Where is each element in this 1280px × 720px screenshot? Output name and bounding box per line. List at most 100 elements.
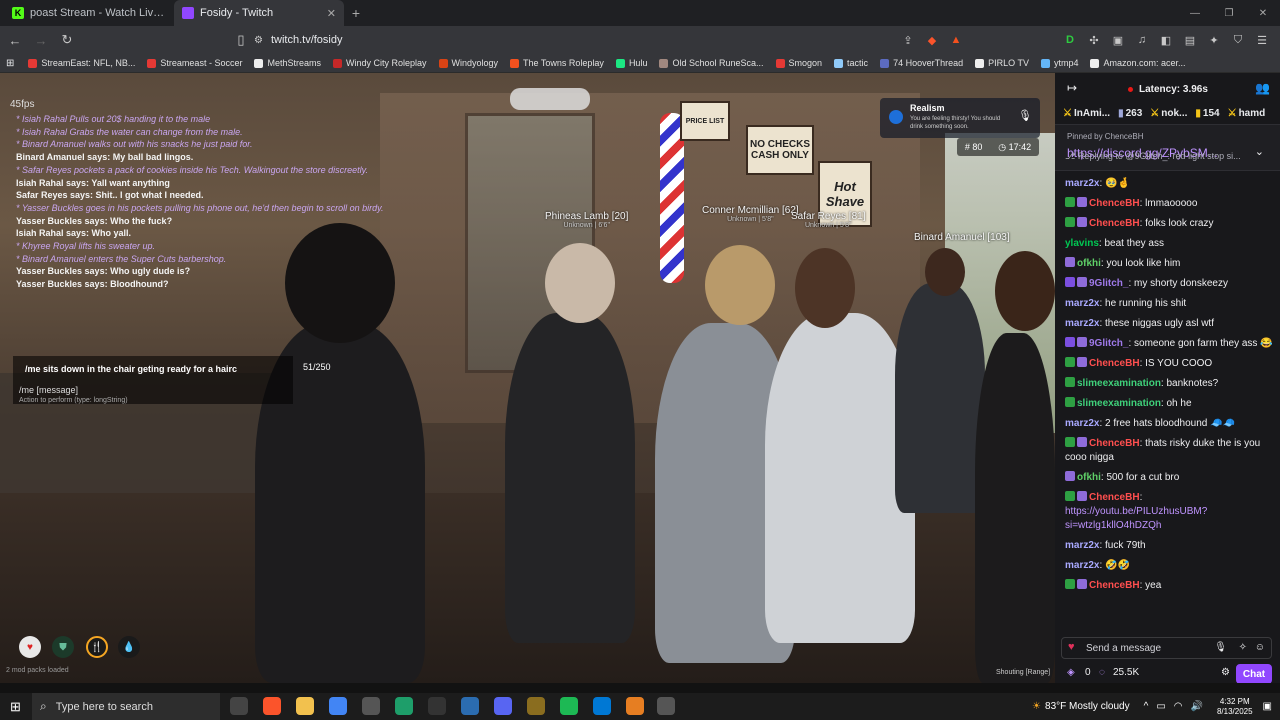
app-icon-6[interactable] — [657, 697, 675, 715]
weather-icon[interactable]: ☀ — [1032, 701, 1041, 712]
bookmark-item[interactable]: Old School RuneSca... — [659, 58, 764, 68]
chat-badge-icon[interactable] — [1065, 377, 1075, 387]
chat-badge-icon[interactable] — [1065, 217, 1075, 227]
bookmark-item[interactable]: Windyology — [438, 58, 498, 68]
chat-badge-icon[interactable] — [1077, 491, 1087, 501]
app-icon-1[interactable] — [362, 697, 380, 715]
chat-username[interactable]: ChenceBH — [1089, 218, 1140, 229]
collapse-chat-icon[interactable]: ↦ — [1067, 81, 1077, 95]
address-bar[interactable]: ⚙ twitch.tv/fosidy — [254, 30, 979, 50]
chat-badge-icon[interactable] — [1065, 397, 1075, 407]
chat-username[interactable]: marz2x — [1065, 318, 1099, 329]
site-settings-icon[interactable]: ⚙ — [254, 35, 263, 46]
leader-name[interactable]: nok... — [1161, 108, 1187, 119]
channel-points-icon[interactable]: ◈ — [1067, 667, 1075, 678]
chat-badge-icon[interactable] — [1065, 257, 1075, 267]
clock[interactable]: 4:32 PM 8/13/2025 — [1217, 697, 1253, 717]
emote-icon[interactable]: ☺ — [1255, 642, 1265, 653]
minimize-icon[interactable]: — — [1178, 0, 1212, 26]
skype-icon[interactable] — [593, 697, 611, 715]
bookmark-item[interactable]: Streameast - Soccer — [147, 58, 242, 68]
tray-expand-icon[interactable]: ^ — [1144, 701, 1149, 712]
chat-username[interactable]: marz2x — [1065, 560, 1099, 571]
chat-username[interactable]: ChenceBH — [1089, 358, 1140, 369]
app-icon-4[interactable] — [527, 697, 545, 715]
new-tab-button[interactable]: + — [344, 0, 368, 26]
menu-icon[interactable]: ☰ — [1250, 28, 1274, 52]
chat-badge-icon[interactable] — [1065, 357, 1075, 367]
rewards-icon[interactable]: ▲ — [944, 28, 968, 52]
bookmark-item[interactable]: StreamEast: NFL, NB... — [28, 58, 135, 68]
network-icon[interactable]: ▭ — [1156, 701, 1165, 712]
notifications-icon[interactable]: ▣ — [1263, 701, 1272, 712]
stream-video[interactable]: NO CHECKS CASH ONLY Hot Shave PRICE LIST… — [0, 73, 1055, 683]
chat-input[interactable]: ♥ Send a message 🎙 ✧ ☺ — [1061, 637, 1272, 659]
wallet-icon[interactable]: ▤ — [1178, 28, 1202, 52]
chat-username[interactable]: marz2x — [1065, 418, 1099, 429]
close-tab-icon[interactable]: ✕ — [327, 7, 336, 20]
chat-username[interactable]: ChenceBH — [1089, 198, 1140, 209]
command-input[interactable]: /me sits down in the chair geting ready … — [25, 364, 237, 374]
bookmark-item[interactable]: ytmp4 — [1040, 58, 1078, 68]
chat-badge-icon[interactable] — [1065, 197, 1075, 207]
chat-username[interactable]: ofkhi — [1077, 472, 1101, 483]
chat-username[interactable]: marz2x — [1065, 540, 1099, 551]
capcut-icon[interactable] — [428, 697, 446, 715]
weather-text[interactable]: 83°F Mostly cloudy — [1045, 701, 1130, 712]
chat-button[interactable]: Chat — [1236, 664, 1272, 684]
chat-username[interactable]: 9Glitch_ — [1089, 278, 1128, 289]
explorer-icon[interactable] — [296, 697, 314, 715]
bookmark-item[interactable]: Amazon.com: acer... — [1090, 58, 1186, 68]
task-view-icon[interactable] — [230, 697, 248, 715]
leader-name[interactable]: InAmi... — [1074, 108, 1110, 119]
close-window-icon[interactable]: ✕ — [1246, 0, 1280, 26]
chat-username[interactable]: ylavins — [1065, 238, 1099, 249]
chat-badge-icon[interactable] — [1077, 437, 1087, 447]
heart-icon[interactable]: ♥ — [1068, 641, 1075, 653]
bookmark-item[interactable]: MethStreams — [254, 58, 321, 68]
apps-grid-icon[interactable]: ⊞ — [6, 58, 14, 69]
maximize-icon[interactable]: ❐ — [1212, 0, 1246, 26]
chat-badge-icon[interactable] — [1065, 471, 1075, 481]
media-icon[interactable]: ♫ — [1130, 28, 1154, 52]
bookmark-item[interactable]: 74 HooverThread — [880, 58, 963, 68]
bits-icon[interactable]: ✧ — [1239, 642, 1247, 653]
brave-icon[interactable] — [263, 697, 281, 715]
command-input-box[interactable]: /me sits down in the chair geting ready … — [13, 356, 331, 404]
chat-badge-icon[interactable] — [1065, 277, 1075, 287]
spotify-icon[interactable] — [560, 697, 578, 715]
leader-name[interactable]: hamd — [1239, 108, 1266, 119]
bookmark-item[interactable]: The Towns Roleplay — [510, 58, 604, 68]
chat-username[interactable]: slimeexamination — [1077, 378, 1161, 389]
chevron-down-icon[interactable]: ⌄ — [1255, 145, 1264, 158]
chat-username[interactable]: marz2x — [1065, 298, 1099, 309]
extensions-icon[interactable]: ✣ — [1082, 28, 1106, 52]
chat-badge-icon[interactable] — [1065, 337, 1075, 347]
reload-icon[interactable]: ↻ — [54, 27, 80, 53]
windows-start-icon[interactable]: ⊞ — [10, 699, 21, 715]
vpn-icon[interactable]: ⛉ — [1226, 28, 1250, 52]
brave-shield-icon[interactable]: ◆ — [920, 28, 944, 52]
taskbar-search[interactable]: ⌕ Type here to search — [32, 693, 220, 720]
chat-username[interactable]: ofkhi — [1077, 258, 1101, 269]
app-icon-5[interactable] — [626, 697, 644, 715]
share-icon[interactable]: ⇪ — [896, 28, 920, 52]
chat-username[interactable]: ChenceBH — [1089, 438, 1140, 449]
tab-kick[interactable]: K poast Stream - Watch Live on Kick — [4, 0, 174, 26]
wifi-icon[interactable]: ◠ — [1174, 701, 1183, 712]
bookmark-item[interactable]: Hulu — [615, 58, 647, 68]
settings-icon[interactable]: ⚙ — [1221, 667, 1230, 678]
chat-username[interactable]: ChenceBH — [1089, 492, 1140, 503]
discord-icon[interactable] — [494, 697, 512, 715]
chat-username[interactable]: slimeexamination — [1077, 398, 1161, 409]
chat-badge-icon[interactable] — [1065, 491, 1075, 501]
chat-badge-icon[interactable] — [1077, 337, 1087, 347]
extension-d-icon[interactable]: D — [1058, 28, 1082, 52]
points-2-icon[interactable]: ◌ — [1099, 667, 1105, 678]
chat-badge-icon[interactable] — [1065, 579, 1075, 589]
chrome-icon[interactable] — [329, 697, 347, 715]
ai-icon[interactable]: ✦ — [1202, 28, 1226, 52]
chat-link[interactable]: https://youtu.be/PILUzhusUBM?si=wtzlg1kl… — [1065, 506, 1207, 531]
bookmark-item[interactable]: PIRLO TV — [975, 58, 1029, 68]
app-icon-3[interactable] — [461, 697, 479, 715]
